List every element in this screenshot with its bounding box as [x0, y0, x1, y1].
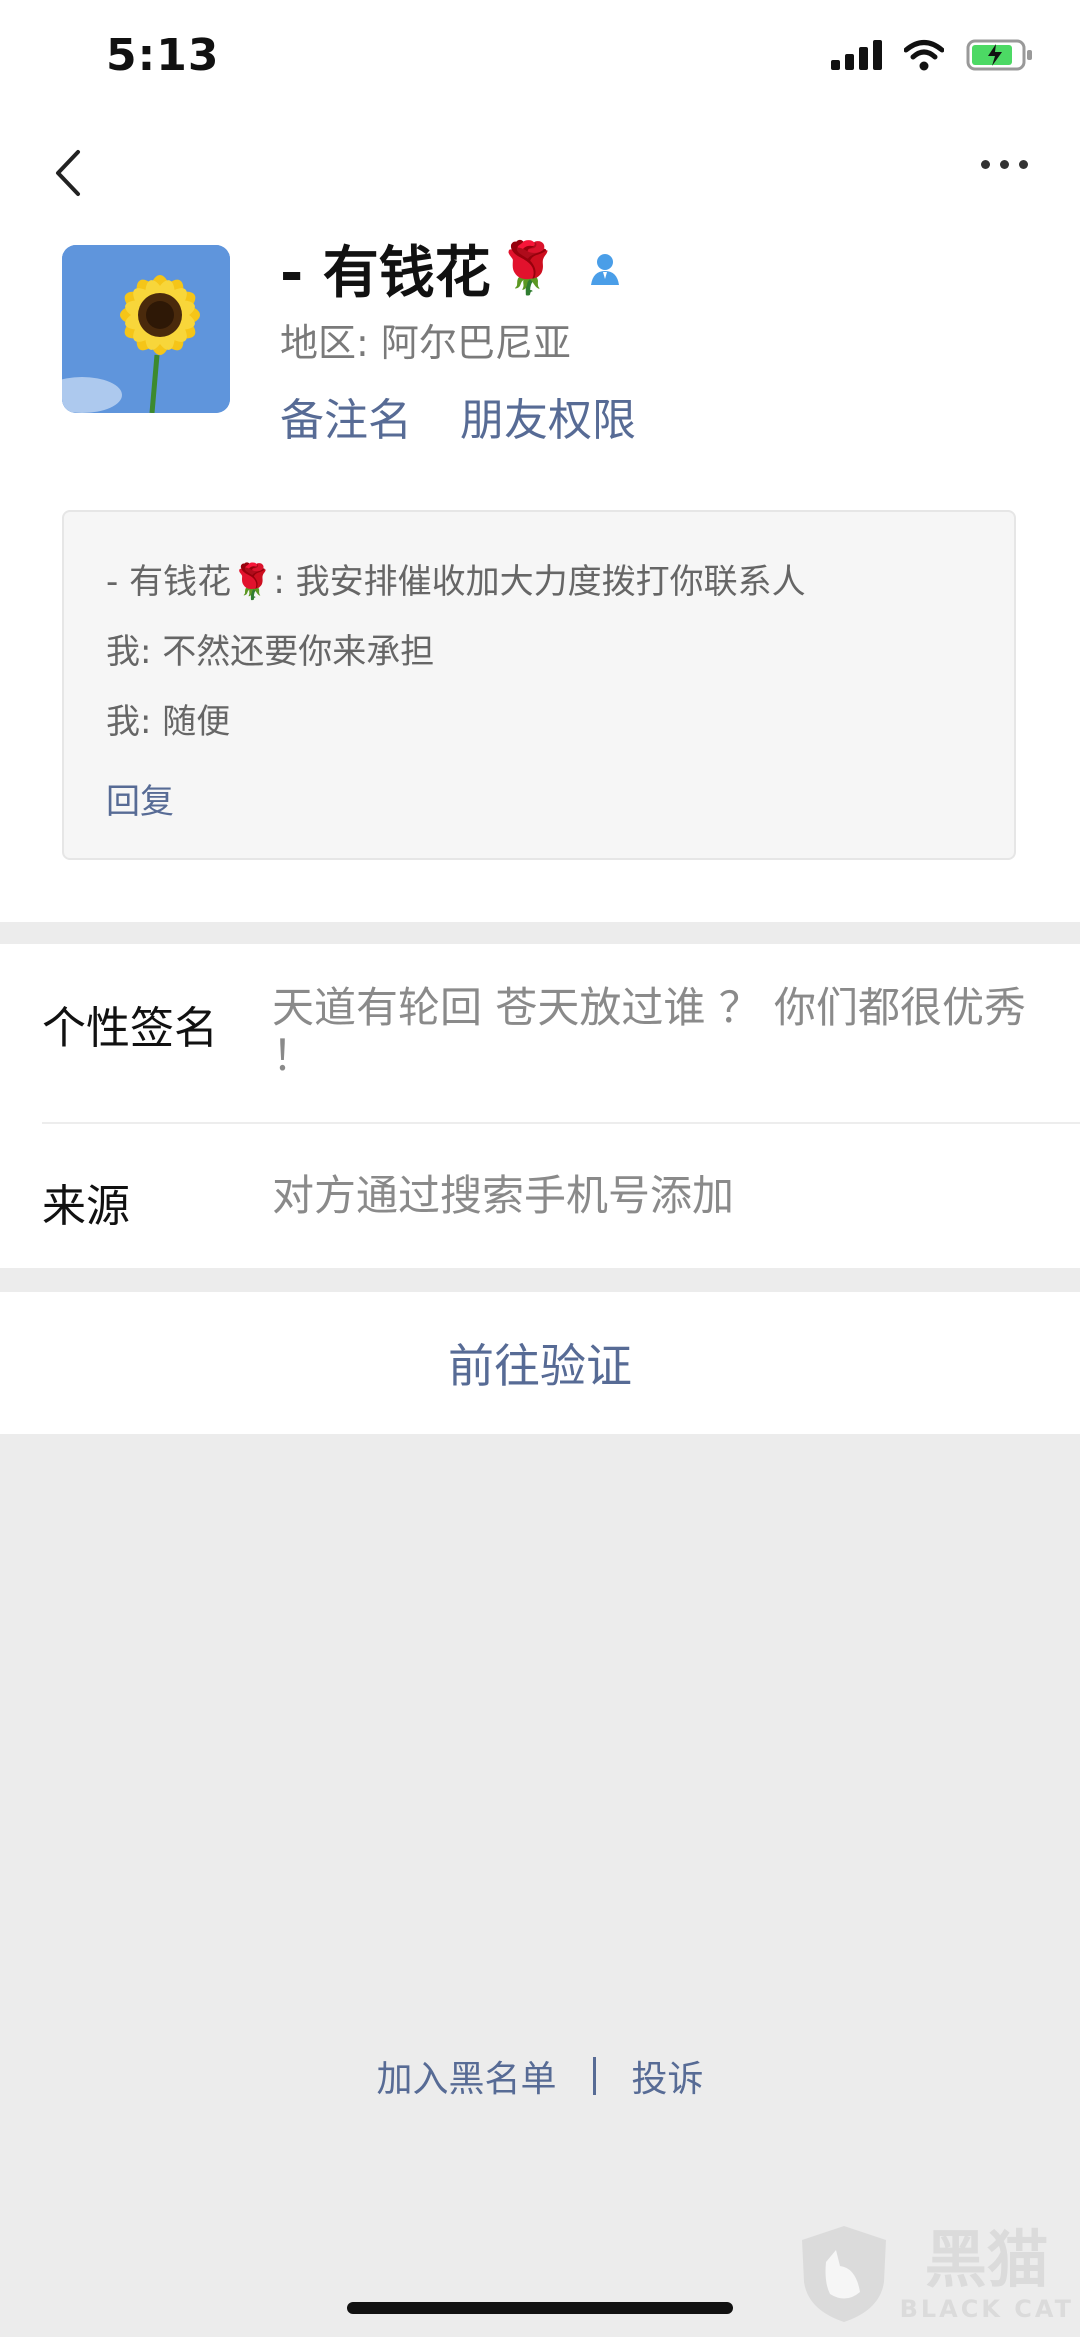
footer-separator: [592, 2057, 596, 2095]
back-icon[interactable]: [48, 148, 88, 198]
status-icons: [831, 38, 1034, 72]
blackcat-watermark: 黑猫 BLACK CAT: [796, 2222, 1074, 2326]
profile-header: 5:13 - 有钱花 🌹 地区: 阿尔巴尼亚 备注名 朋友权限 - 有钱花🌹: …: [0, 0, 1080, 922]
friend-permission-link[interactable]: 朋友权限: [460, 384, 636, 448]
rose-emoji: 🌹: [496, 239, 560, 297]
info-card: 个性签名 天道有轮回 苍天放过谁 ？ 你们都很优秀 ！ 来源 对方通过搜索手机号…: [0, 944, 1080, 1268]
home-indicator[interactable]: [347, 2302, 733, 2314]
add-to-blacklist-link[interactable]: 加入黑名单: [376, 2050, 556, 2102]
avatar[interactable]: [62, 245, 230, 413]
battery-charging-icon: [966, 39, 1032, 71]
verify-button[interactable]: 前往验证: [0, 1292, 1080, 1434]
message-line: 我: 不然还要你来承担: [106, 632, 435, 672]
footer-links: 加入黑名单 投诉: [0, 2050, 1080, 2102]
signature-value: 天道有轮回 苍天放过谁 ？ 你们都很优秀 ！: [272, 983, 1027, 1080]
source-value: 对方通过搜索手机号添加: [272, 1171, 735, 1220]
blackcat-shield-icon: [801, 2226, 886, 2322]
verification-messages: - 有钱花🌹: 我安排催收加大力度拨打你联系人 我: 不然还要你来承担 我: 随…: [62, 510, 1016, 860]
contact-name-text: - 有钱花: [280, 241, 491, 306]
more-icon[interactable]: [981, 160, 1028, 169]
remark-name-link[interactable]: 备注名: [280, 384, 412, 448]
complain-link[interactable]: 投诉: [632, 2050, 704, 2102]
status-time: 5:13: [106, 30, 220, 81]
region-text: 地区: 阿尔巴尼亚: [280, 321, 571, 365]
reply-link[interactable]: 回复: [106, 774, 174, 823]
profile-links: 备注名 朋友权限: [280, 384, 636, 448]
watermark-text: 黑猫 BLACK CAT: [899, 2223, 1074, 2324]
source-label: 来源: [42, 1181, 130, 1232]
contact-gender-icon: [591, 253, 620, 285]
sunflower-avatar-image: [62, 245, 230, 413]
message-line: 我: 随便: [106, 702, 231, 742]
wifi-icon: [904, 40, 944, 71]
message-line: - 有钱花🌹: 我安排催收加大力度拨打你联系人: [106, 562, 806, 602]
contact-name: - 有钱花 🌹: [280, 228, 625, 309]
divider: [42, 1122, 1080, 1124]
signature-label: 个性签名: [42, 1003, 218, 1054]
cellular-signal-icon: [831, 40, 882, 70]
verify-button-label: 前往验证: [448, 1339, 632, 1393]
watermark-en: BLACK CAT: [899, 2295, 1074, 2323]
watermark-cn: 黑猫: [924, 2223, 1049, 2296]
